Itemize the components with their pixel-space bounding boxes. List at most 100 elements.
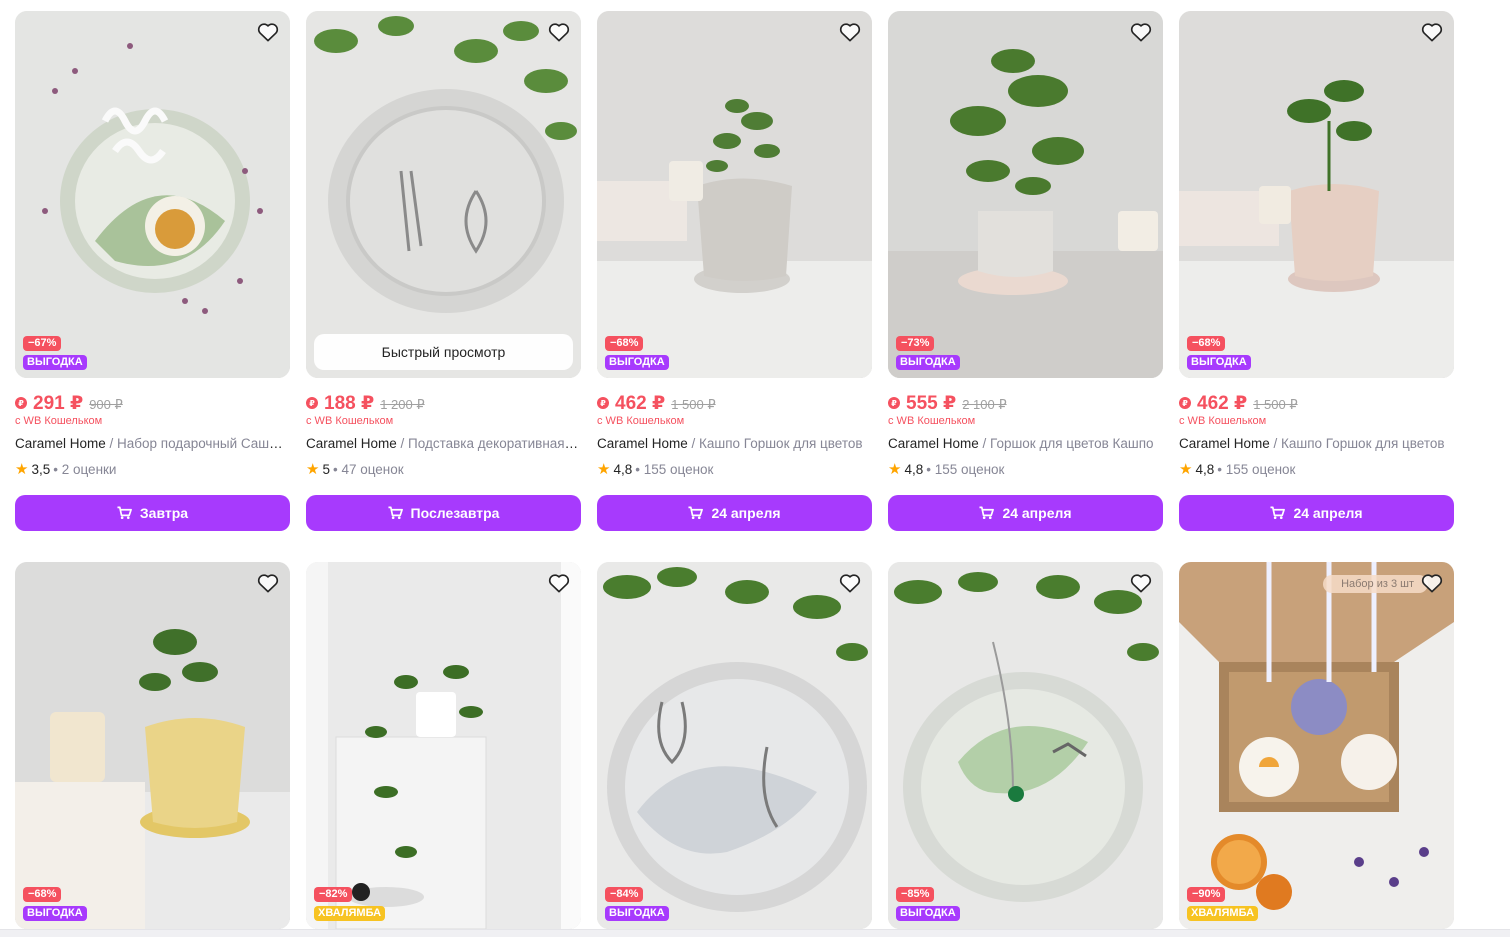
add-to-cart-button[interactable]: 24 апреля: [597, 495, 872, 531]
product-photo[interactable]: Быстрый просмотр: [306, 11, 581, 378]
wb-wallet-icon: ₽: [888, 397, 900, 409]
heart-outline-icon[interactable]: [546, 19, 572, 45]
rating-value: 3,5: [31, 461, 51, 477]
product-card[interactable]: −85% ВЫГОДКА: [888, 562, 1163, 929]
heart-outline-icon[interactable]: [255, 570, 281, 596]
product-title[interactable]: Caramel Home / Подставка декоративная дл…: [306, 436, 581, 454]
heart-outline-icon[interactable]: [1419, 570, 1445, 596]
product-card[interactable]: −84% ВЫГОДКА: [597, 562, 872, 929]
price: 555 ₽: [906, 393, 957, 414]
heart-outline-icon[interactable]: [837, 19, 863, 45]
rating: ★ 5 • 47 оценок: [306, 460, 581, 478]
brand-name: Caramel Home: [597, 436, 688, 451]
old-price: 900 ₽: [89, 397, 123, 412]
rating: ★ 4,8 • 155 оценок: [1179, 460, 1454, 478]
review-count: • 155 оценок: [1217, 461, 1296, 477]
product-image: [888, 562, 1163, 929]
promo-badge: ХВАЛЯМБА: [1187, 906, 1259, 921]
add-to-cart-button[interactable]: 24 апреля: [888, 495, 1163, 531]
product-photo[interactable]: −68% ВЫГОДКА: [1179, 11, 1454, 378]
product-title[interactable]: Caramel Home / Кашпо Горшок для цветов: [1179, 436, 1454, 454]
product-image: [15, 11, 290, 378]
product-photo[interactable]: −84% ВЫГОДКА: [597, 562, 872, 929]
badges: −90% ХВАЛЯМБА: [1187, 887, 1259, 921]
delivery-label: 24 апреля: [1293, 505, 1363, 521]
old-price: 1 500 ₽: [671, 397, 716, 412]
product-name: / Горшок для цветов Кашпо: [978, 436, 1154, 451]
product-photo[interactable]: Набор из 3 шт −90% ХВАЛЯМБА: [1179, 562, 1454, 929]
product-card[interactable]: −73% ВЫГОДКА ₽ 555 ₽ 2 100 ₽ с WB Кошель…: [888, 11, 1163, 531]
product-name: / Кашпо Горшок для цветов: [1269, 436, 1445, 451]
discount-badge: −73%: [896, 336, 935, 351]
product-name: / Подставка декоративная для украшений: [400, 436, 581, 451]
quick-view-button[interactable]: Быстрый просмотр: [314, 334, 573, 370]
heart-outline-icon[interactable]: [1419, 19, 1445, 45]
horizontal-scrollbar[interactable]: [0, 929, 1510, 937]
product-name: / Кашпо Горшок для цветов: [687, 436, 863, 451]
rating: ★ 3,5 • 2 оценки: [15, 460, 290, 478]
badges: −68% ВЫГОДКА: [1187, 336, 1251, 370]
promo-badge: ВЫГОДКА: [896, 906, 960, 921]
star-icon: ★: [306, 461, 320, 478]
price-line: ₽ 555 ₽ 2 100 ₽: [888, 392, 1163, 414]
product-title[interactable]: Caramel Home / Набор подарочный Саше аро…: [15, 436, 290, 454]
rating: ★ 4,8 • 155 оценок: [597, 460, 872, 478]
add-to-cart-button[interactable]: Завтра: [15, 495, 290, 531]
price: 462 ₽: [615, 393, 666, 414]
discount-badge: −90%: [1187, 887, 1226, 902]
heart-outline-icon[interactable]: [1128, 570, 1154, 596]
product-card[interactable]: −68% ВЫГОДКА: [15, 562, 290, 929]
product-image: [306, 11, 581, 378]
wallet-note: с WB Кошельком: [1179, 415, 1267, 427]
old-price: 1 200 ₽: [380, 397, 425, 412]
add-to-cart-button[interactable]: 24 апреля: [1179, 495, 1454, 531]
heart-outline-icon[interactable]: [255, 19, 281, 45]
add-to-cart-button[interactable]: Послезавтра: [306, 495, 581, 531]
discount-badge: −85%: [896, 887, 935, 902]
wb-wallet-icon: ₽: [306, 397, 318, 409]
product-card[interactable]: Набор из 3 шт −90% ХВАЛЯМБА: [1179, 562, 1454, 929]
product-card[interactable]: −68% ВЫГОДКА ₽ 462 ₽ 1 500 ₽ с WB Кошель…: [1179, 11, 1454, 531]
heart-outline-icon[interactable]: [546, 570, 572, 596]
product-photo[interactable]: −73% ВЫГОДКА: [888, 11, 1163, 378]
review-count: • 2 оценки: [53, 461, 117, 477]
product-card[interactable]: Быстрый просмотр ₽ 188 ₽ 1 200 ₽ с WB Ко…: [306, 11, 581, 531]
product-photo[interactable]: −85% ВЫГОДКА: [888, 562, 1163, 929]
promo-badge: ВЫГОДКА: [23, 906, 87, 921]
promo-badge: ВЫГОДКА: [23, 355, 87, 370]
wb-wallet-icon: ₽: [15, 397, 27, 409]
heart-outline-icon[interactable]: [837, 570, 863, 596]
product-title[interactable]: Caramel Home / Кашпо Горшок для цветов: [597, 436, 872, 454]
delivery-label: Завтра: [139, 505, 189, 521]
star-icon: ★: [888, 461, 902, 478]
price: 188 ₽: [324, 393, 375, 414]
star-icon: ★: [1179, 461, 1193, 478]
price-line: ₽ 462 ₽ 1 500 ₽: [1179, 392, 1454, 414]
product-title[interactable]: Caramel Home / Горшок для цветов Кашпо: [888, 436, 1163, 454]
product-image: [597, 562, 872, 929]
wallet-note: с WB Кошельком: [306, 415, 394, 427]
heart-outline-icon[interactable]: [1128, 19, 1154, 45]
discount-badge: −82%: [314, 887, 353, 902]
rating-value: 5: [322, 461, 330, 477]
badges: −82% ХВАЛЯМБА: [314, 887, 386, 921]
delivery-label: Послезавтра: [410, 505, 500, 521]
wallet-note: с WB Кошельком: [15, 415, 103, 427]
product-image: [1179, 11, 1454, 378]
price-line: ₽ 291 ₽ 900 ₽: [15, 392, 290, 414]
product-photo[interactable]: −68% ВЫГОДКА: [15, 562, 290, 929]
discount-badge: −67%: [23, 336, 62, 351]
product-card[interactable]: −67% ВЫГОДКА ₽ 291 ₽ 900 ₽ с WB Кошелько…: [15, 11, 290, 531]
discount-badge: −84%: [605, 887, 644, 902]
product-card[interactable]: −82% ХВАЛЯМБА: [306, 562, 581, 929]
wb-wallet-icon: ₽: [597, 397, 609, 409]
product-photo[interactable]: −68% ВЫГОДКА: [597, 11, 872, 378]
brand-name: Caramel Home: [1179, 436, 1270, 451]
product-photo[interactable]: −67% ВЫГОДКА: [15, 11, 290, 378]
product-photo[interactable]: −82% ХВАЛЯМБА: [306, 562, 581, 929]
review-count: • 155 оценок: [926, 461, 1005, 477]
product-card[interactable]: −68% ВЫГОДКА ₽ 462 ₽ 1 500 ₽ с WB Кошель…: [597, 11, 872, 531]
wb-wallet-icon: ₽: [1179, 397, 1191, 409]
product-image: [15, 562, 290, 929]
badges: −68% ВЫГОДКА: [23, 887, 87, 921]
